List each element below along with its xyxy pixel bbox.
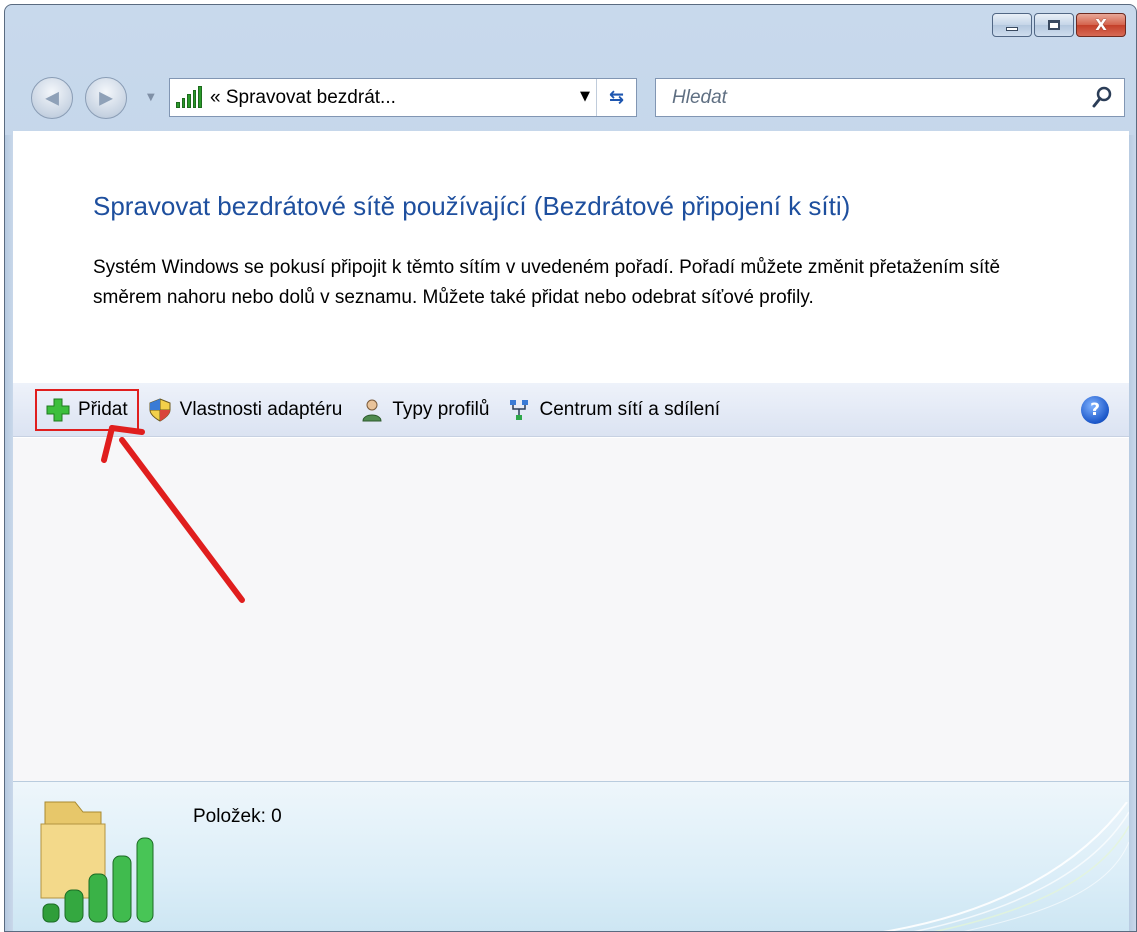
- help-icon: ?: [1090, 400, 1100, 420]
- back-button[interactable]: ◀: [31, 77, 73, 119]
- minimize-icon: [1006, 27, 1018, 31]
- adapter-properties-label: Vlastnosti adaptéru: [179, 398, 343, 420]
- add-plus-icon: [46, 398, 70, 422]
- profile-types-label: Typy profilů: [392, 398, 490, 420]
- command-bar: Přidat Vlastnosti adaptéru Typy profilů …: [13, 383, 1129, 437]
- window-frame-right: [1128, 135, 1136, 931]
- network-icon: [507, 398, 531, 422]
- search-input[interactable]: Hledat: [672, 87, 727, 109]
- close-button[interactable]: X: [1076, 13, 1126, 37]
- caption-buttons: X: [992, 13, 1126, 37]
- minimize-button[interactable]: [992, 13, 1032, 37]
- shield-icon: [148, 397, 172, 422]
- back-arrow-icon: ◀: [45, 87, 59, 109]
- decorative-swoosh: [883, 802, 1129, 931]
- adapter-properties-button[interactable]: Vlastnosti adaptéru: [139, 390, 352, 430]
- search-box[interactable]: Hledat: [655, 78, 1125, 117]
- window: X ◀ ▶ ▼ « Spravovat bezdrát... ▼ ⇆ Hleda…: [4, 4, 1137, 932]
- forward-button[interactable]: ▶: [85, 77, 127, 119]
- add-label: Přidat: [78, 398, 128, 420]
- details-pane: Položek: 0: [13, 781, 1129, 931]
- address-dropdown-icon[interactable]: ▼: [580, 89, 590, 104]
- help-button[interactable]: ?: [1081, 396, 1109, 424]
- content-area: Spravovat bezdrátové sítě používající (B…: [13, 131, 1129, 781]
- window-frame-left: [5, 135, 13, 931]
- wireless-networks-folder-icon: [40, 801, 154, 923]
- refresh-button[interactable]: ⇆: [596, 79, 636, 116]
- items-count: Položek: 0: [193, 806, 282, 827]
- search-icon[interactable]: [1092, 85, 1114, 109]
- page-description: Systém Windows se pokusí připojit k těmt…: [93, 257, 1001, 308]
- wireless-signal-icon: [176, 85, 202, 111]
- close-icon: X: [1095, 16, 1107, 34]
- recent-pages-dropdown[interactable]: ▼: [147, 92, 155, 103]
- maximize-icon: [1048, 20, 1060, 30]
- forward-arrow-icon: ▶: [99, 87, 113, 109]
- network-center-label: Centrum sítí a sdílení: [539, 398, 721, 420]
- address-bar[interactable]: « Spravovat bezdrát... ▼ ⇆: [169, 78, 637, 117]
- add-network-button[interactable]: Přidat: [35, 388, 139, 431]
- maximize-button[interactable]: [1034, 13, 1074, 37]
- page-title: Spravovat bezdrátové sítě používající (B…: [93, 191, 851, 221]
- user-icon: [360, 398, 384, 422]
- network-center-button[interactable]: Centrum sítí a sdílení: [498, 390, 729, 430]
- refresh-icon: ⇆: [608, 87, 625, 108]
- profile-types-button[interactable]: Typy profilů: [351, 390, 498, 430]
- networks-list[interactable]: [13, 438, 1129, 781]
- address-text: « Spravovat bezdrát...: [210, 86, 396, 108]
